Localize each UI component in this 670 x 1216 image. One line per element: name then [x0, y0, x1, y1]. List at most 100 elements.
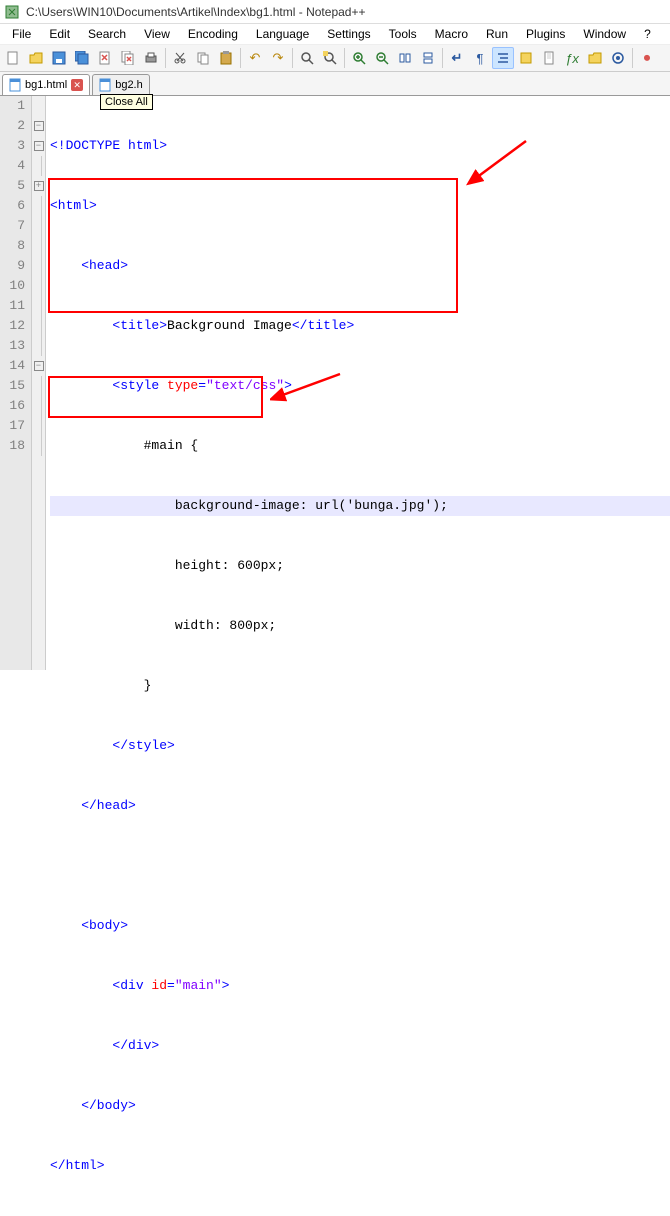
line-number: 18 — [0, 436, 25, 456]
fold-line — [32, 416, 45, 436]
fold-line — [32, 276, 45, 296]
code-text: <head> — [50, 258, 128, 273]
code-text: = — [198, 378, 206, 393]
line-number: 11 — [0, 296, 25, 316]
line-number: 8 — [0, 236, 25, 256]
line-number: 13 — [0, 336, 25, 356]
toolbar-separator — [292, 48, 293, 68]
file-icon — [9, 78, 21, 92]
close-tab-icon[interactable]: ✕ — [71, 79, 83, 91]
tab-label: bg2.h — [115, 79, 143, 91]
fold-line — [32, 436, 45, 456]
code-text: width: 800px; — [50, 618, 276, 633]
sync-v-button[interactable] — [394, 47, 416, 69]
menu-window[interactable]: Window — [575, 25, 634, 43]
code-text: </head> — [50, 798, 136, 813]
line-number: 2 — [0, 116, 25, 136]
fold-collapse-icon[interactable]: − — [32, 116, 45, 136]
line-number: 15 — [0, 376, 25, 396]
paste-button[interactable] — [215, 47, 237, 69]
code-text: </div> — [50, 1038, 159, 1053]
line-number: 3 — [0, 136, 25, 156]
menu-help[interactable]: ? — [636, 25, 659, 43]
fold-collapse-icon[interactable]: − — [32, 136, 45, 156]
fold-line — [32, 216, 45, 236]
zoom-in-button[interactable] — [348, 47, 370, 69]
menu-macro[interactable]: Macro — [427, 25, 476, 43]
tab-bg2[interactable]: bg2.h — [92, 74, 150, 95]
fold-line — [32, 336, 45, 356]
close-button[interactable] — [94, 47, 116, 69]
folder-button[interactable] — [584, 47, 606, 69]
fold-line — [32, 156, 45, 176]
code-text: Background Image — [167, 318, 292, 333]
fold-line — [32, 396, 45, 416]
fold-collapse-icon[interactable]: − — [32, 356, 45, 376]
find-button[interactable] — [296, 47, 318, 69]
code-text: > — [284, 378, 292, 393]
code-text: <body> — [50, 918, 128, 933]
fold-gutter: − − + − — [32, 96, 46, 670]
show-chars-button[interactable]: ¶ — [469, 47, 491, 69]
redo-button[interactable]: ↷ — [267, 47, 289, 69]
menu-settings[interactable]: Settings — [319, 25, 378, 43]
window-title: C:\Users\WIN10\Documents\Artikel\Index\b… — [26, 5, 365, 19]
user-lang-button[interactable] — [515, 47, 537, 69]
code-text: <div — [50, 978, 151, 993]
menu-file[interactable]: File — [4, 25, 39, 43]
line-number: 10 — [0, 276, 25, 296]
code-text: <!DOCTYPE html> — [50, 138, 167, 153]
record-button[interactable]: ⏺ — [636, 47, 658, 69]
close-all-button[interactable] — [117, 47, 139, 69]
line-number: 12 — [0, 316, 25, 336]
menu-run[interactable]: Run — [478, 25, 516, 43]
word-wrap-button[interactable]: ↵ — [446, 47, 468, 69]
menu-language[interactable]: Language — [248, 25, 317, 43]
code-text: id — [151, 978, 167, 993]
line-number-gutter: 1 2 3 4 5 6 7 8 9 10 11 12 13 14 15 16 1… — [0, 96, 32, 670]
title-bar: C:\Users\WIN10\Documents\Artikel\Index\b… — [0, 0, 670, 24]
fold-line — [32, 236, 45, 256]
doc-map-button[interactable] — [538, 47, 560, 69]
menu-edit[interactable]: Edit — [41, 25, 78, 43]
line-number: 5 — [0, 176, 25, 196]
tab-bar: bg1.html ✕ bg2.h Close All — [0, 72, 670, 96]
print-button[interactable] — [140, 47, 162, 69]
replace-button[interactable] — [319, 47, 341, 69]
menu-encoding[interactable]: Encoding — [180, 25, 246, 43]
sync-h-button[interactable] — [417, 47, 439, 69]
save-button[interactable] — [48, 47, 70, 69]
code-text: </html> — [50, 1158, 105, 1173]
toolbar: ↶ ↷ ↵ ¶ ƒx ⏺ — [0, 44, 670, 72]
toolbar-separator — [632, 48, 633, 68]
menu-tools[interactable]: Tools — [381, 25, 425, 43]
save-all-button[interactable] — [71, 47, 93, 69]
menu-search[interactable]: Search — [80, 25, 134, 43]
code-editor[interactable]: <!DOCTYPE html> <html> <head> <title>Bac… — [46, 96, 670, 670]
line-number: 1 — [0, 96, 25, 116]
cut-button[interactable] — [169, 47, 191, 69]
func-list-button[interactable]: ƒx — [561, 47, 583, 69]
open-file-button[interactable] — [25, 47, 47, 69]
line-number: 16 — [0, 396, 25, 416]
monitor-button[interactable] — [607, 47, 629, 69]
fold-line — [32, 316, 45, 336]
line-number: 4 — [0, 156, 25, 176]
toolbar-separator — [442, 48, 443, 68]
indent-guide-button[interactable] — [492, 47, 514, 69]
undo-button[interactable]: ↶ — [244, 47, 266, 69]
tab-bg1[interactable]: bg1.html ✕ — [2, 74, 90, 95]
menu-view[interactable]: View — [136, 25, 178, 43]
fold-expand-icon[interactable]: + — [32, 176, 45, 196]
code-text: </style> — [50, 738, 175, 753]
tab-label: bg1.html — [25, 79, 67, 91]
new-file-button[interactable] — [2, 47, 24, 69]
editor-area[interactable]: 1 2 3 4 5 6 7 8 9 10 11 12 13 14 15 16 1… — [0, 96, 670, 670]
copy-button[interactable] — [192, 47, 214, 69]
fold-line — [32, 256, 45, 276]
code-text: "text/css" — [206, 378, 284, 393]
zoom-out-button[interactable] — [371, 47, 393, 69]
menu-plugins[interactable]: Plugins — [518, 25, 573, 43]
line-number: 6 — [0, 196, 25, 216]
code-text: "main" — [175, 978, 222, 993]
